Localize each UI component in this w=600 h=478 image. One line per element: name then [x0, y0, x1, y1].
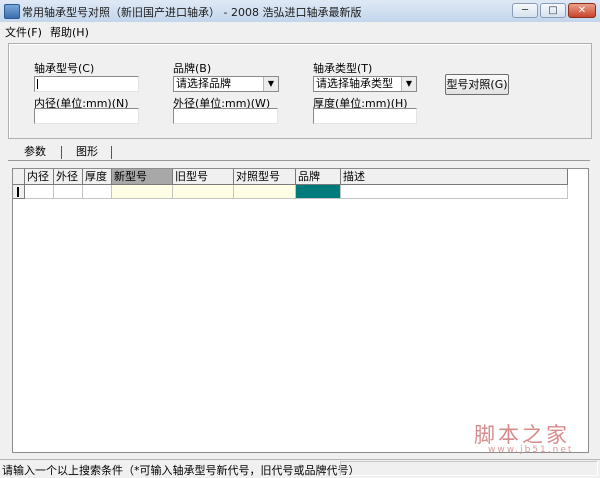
table-cell[interactable] — [54, 185, 83, 199]
watermark-url: www.jb51.net — [488, 445, 574, 455]
tab-divider — [111, 146, 112, 159]
maximize-button[interactable]: □ — [540, 3, 566, 18]
table-cell[interactable] — [173, 185, 234, 199]
table-cell[interactable] — [341, 185, 568, 199]
model-input[interactable] — [34, 76, 139, 92]
chevron-down-icon[interactable]: ▼ — [263, 77, 278, 91]
type-label: 轴承类型(T) — [313, 62, 373, 75]
inner-diameter-input[interactable] — [34, 108, 139, 124]
status-text: 请输入一个以上搜索条件（*可输入轴承型号新代号，旧代号或品牌代号） — [2, 464, 360, 477]
results-grid[interactable]: 内径 外径 厚度 新型号 旧型号 对照型号 品牌 描述 — [12, 168, 589, 453]
table-cell[interactable] — [112, 185, 173, 199]
chevron-down-icon[interactable]: ▼ — [401, 77, 416, 91]
app-icon — [4, 4, 20, 19]
tab-strip: 参数 图形 — [8, 145, 590, 161]
column-inner-diameter[interactable]: 内径 — [25, 169, 54, 185]
table-cell[interactable] — [25, 185, 54, 199]
window-title: 常用轴承型号对照（新旧国产进口轴承） - 2008 浩弘进口轴承最新版 — [22, 6, 362, 19]
close-button[interactable]: ✕ — [568, 3, 596, 18]
column-new-model[interactable]: 新型号 — [112, 169, 173, 185]
thickness-input[interactable] — [313, 108, 417, 124]
text-caret — [37, 79, 38, 89]
tab-graphics[interactable]: 图形 — [68, 145, 106, 160]
type-select-value: 请选择轴承类型 — [316, 77, 393, 90]
column-thickness[interactable]: 厚度 — [83, 169, 112, 185]
selected-cell[interactable] — [296, 185, 341, 199]
current-row-marker — [17, 187, 19, 197]
column-description[interactable]: 描述 — [341, 169, 568, 185]
table-cell[interactable] — [234, 185, 296, 199]
brand-label: 品牌(B) — [173, 62, 212, 75]
tab-baseline — [8, 160, 590, 161]
table-cell[interactable] — [83, 185, 112, 199]
grid-corner — [13, 169, 25, 185]
search-panel: 轴承型号(C) 品牌(B) 请选择品牌 ▼ 轴承类型(T) 请选择轴承类型 ▼ … — [8, 43, 592, 139]
column-outer-diameter[interactable]: 外径 — [54, 169, 83, 185]
title-bar[interactable]: 常用轴承型号对照（新旧国产进口轴承） - 2008 浩弘进口轴承最新版 ─ □ … — [0, 0, 600, 23]
brand-select-value: 请选择品牌 — [176, 77, 231, 90]
status-bar: 请输入一个以上搜索条件（*可输入轴承型号新代号，旧代号或品牌代号） — [0, 459, 600, 478]
model-label: 轴承型号(C) — [34, 62, 95, 75]
menu-file[interactable]: 文件(F) — [5, 24, 42, 40]
tab-divider — [61, 146, 62, 159]
menu-help[interactable]: 帮助(H) — [50, 24, 89, 40]
type-select[interactable]: 请选择轴承类型 ▼ — [313, 76, 417, 92]
tab-parameters[interactable]: 参数 — [16, 145, 54, 160]
status-panel — [340, 461, 598, 476]
menu-bar: 文件(F) 帮助(H) — [0, 22, 600, 39]
column-old-model[interactable]: 旧型号 — [173, 169, 234, 185]
column-brand[interactable]: 品牌 — [296, 169, 341, 185]
minimize-button[interactable]: ─ — [512, 3, 538, 18]
outer-diameter-input[interactable] — [173, 108, 278, 124]
brand-select[interactable]: 请选择品牌 ▼ — [173, 76, 279, 92]
compare-button[interactable]: 型号对照(G) — [445, 74, 509, 95]
row-header[interactable] — [13, 185, 25, 199]
column-compare-model[interactable]: 对照型号 — [234, 169, 296, 185]
